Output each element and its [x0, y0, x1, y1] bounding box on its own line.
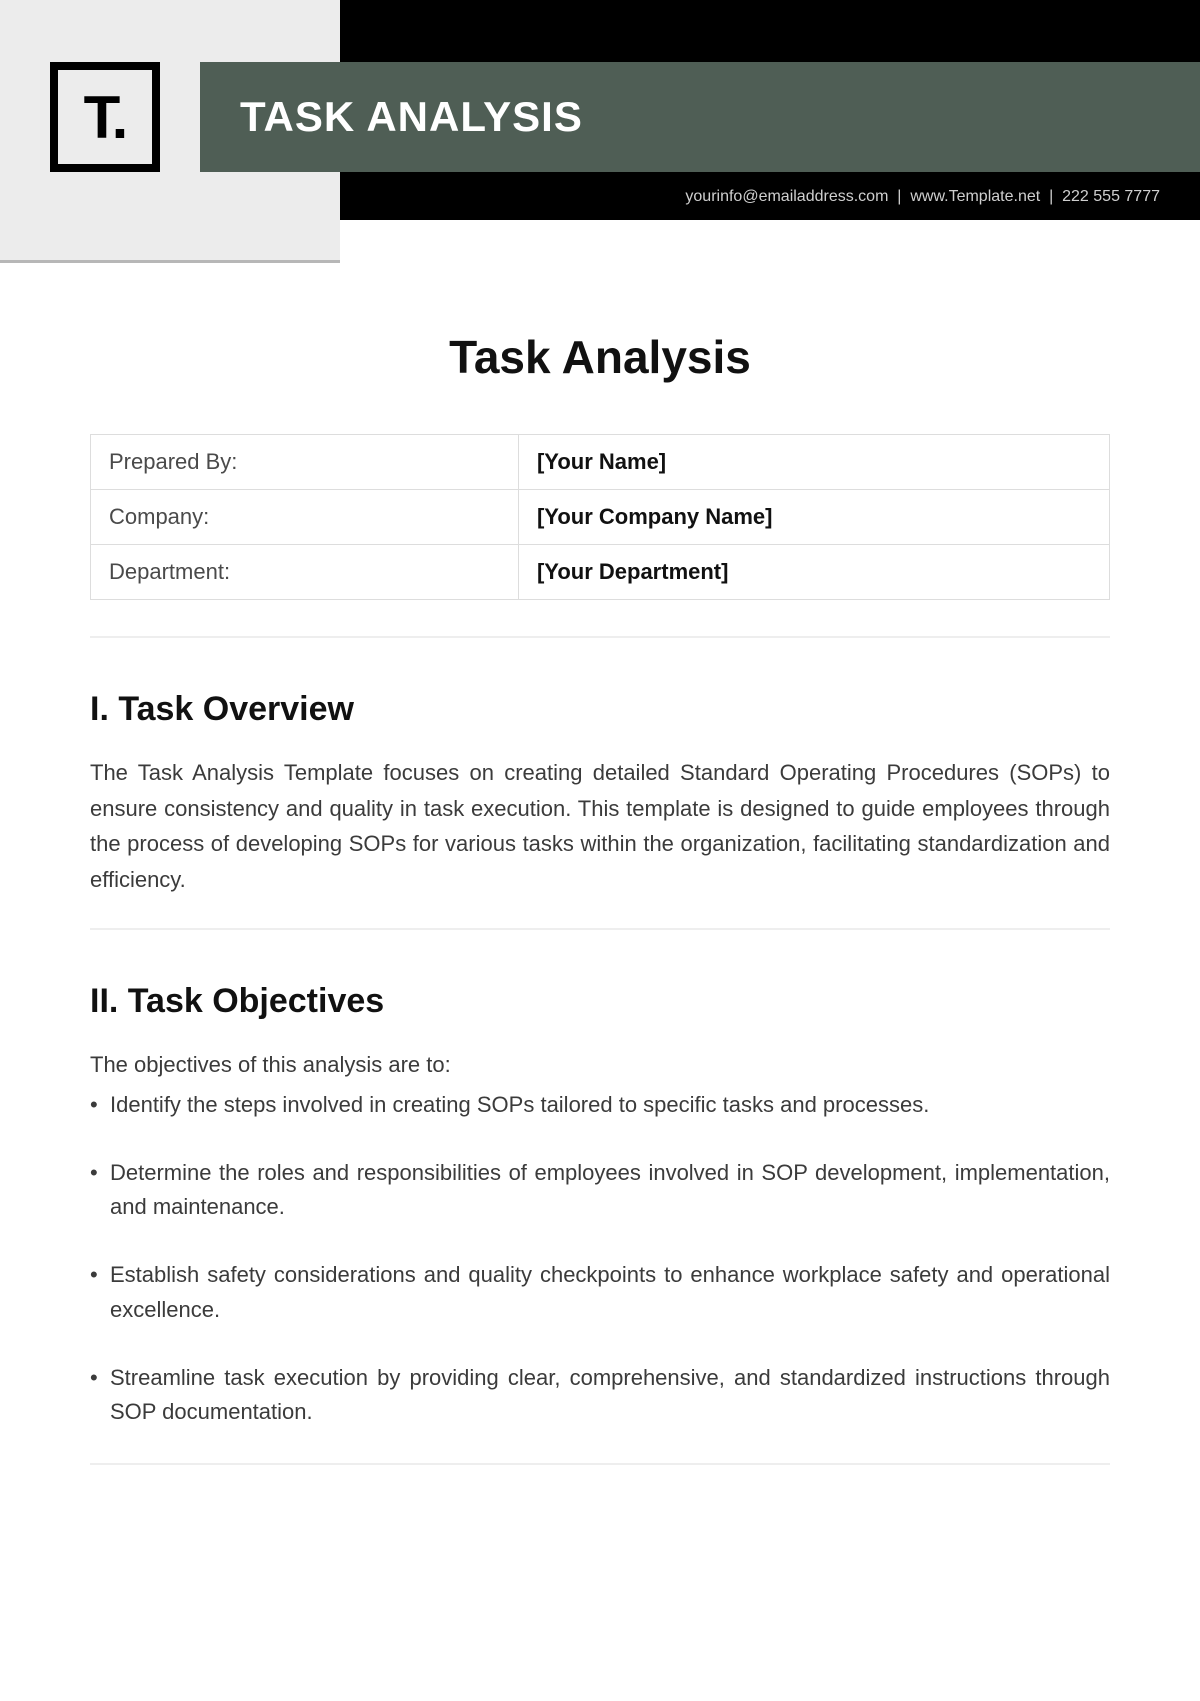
divider	[90, 636, 1110, 638]
brand-logo-text: T.	[84, 83, 127, 152]
contact-email: yourinfo@emailaddress.com	[685, 188, 888, 205]
objectives-intro: The objectives of this analysis are to:	[90, 1047, 1110, 1083]
list-item: Establish safety considerations and qual…	[90, 1258, 1110, 1326]
document-title: Task Analysis	[90, 330, 1110, 384]
table-row: Department: [Your Department]	[91, 545, 1110, 600]
contact-line: yourinfo@emailaddress.com | www.Template…	[685, 188, 1160, 206]
overview-body: The Task Analysis Template focuses on cr…	[90, 755, 1110, 898]
document-header: T. TASK ANALYSIS yourinfo@emailaddress.c…	[0, 0, 1200, 220]
section-heading-objectives: II. Task Objectives	[90, 982, 1110, 1021]
objectives-list: Identify the steps involved in creating …	[90, 1088, 1110, 1429]
info-value: [Your Name]	[518, 435, 1109, 490]
divider	[90, 1463, 1110, 1465]
info-value: [Your Department]	[518, 545, 1109, 600]
info-value: [Your Company Name]	[518, 490, 1109, 545]
list-item: Determine the roles and responsibilities…	[90, 1156, 1110, 1224]
page-content: Task Analysis Prepared By: [Your Name] C…	[0, 220, 1200, 1515]
header-title-text: TASK ANALYSIS	[240, 93, 583, 141]
header-title-banner: TASK ANALYSIS	[200, 62, 1200, 172]
info-label: Company:	[91, 490, 519, 545]
list-item: Identify the steps involved in creating …	[90, 1088, 1110, 1122]
list-item: Streamline task execution by providing c…	[90, 1361, 1110, 1429]
brand-logo: T.	[50, 62, 160, 172]
table-row: Prepared By: [Your Name]	[91, 435, 1110, 490]
table-row: Company: [Your Company Name]	[91, 490, 1110, 545]
info-label: Prepared By:	[91, 435, 519, 490]
info-label: Department:	[91, 545, 519, 600]
divider	[90, 928, 1110, 930]
section-heading-overview: I. Task Overview	[90, 690, 1110, 729]
contact-phone: 222 555 7777	[1062, 188, 1160, 205]
info-table: Prepared By: [Your Name] Company: [Your …	[90, 434, 1110, 600]
contact-site: www.Template.net	[910, 188, 1040, 205]
